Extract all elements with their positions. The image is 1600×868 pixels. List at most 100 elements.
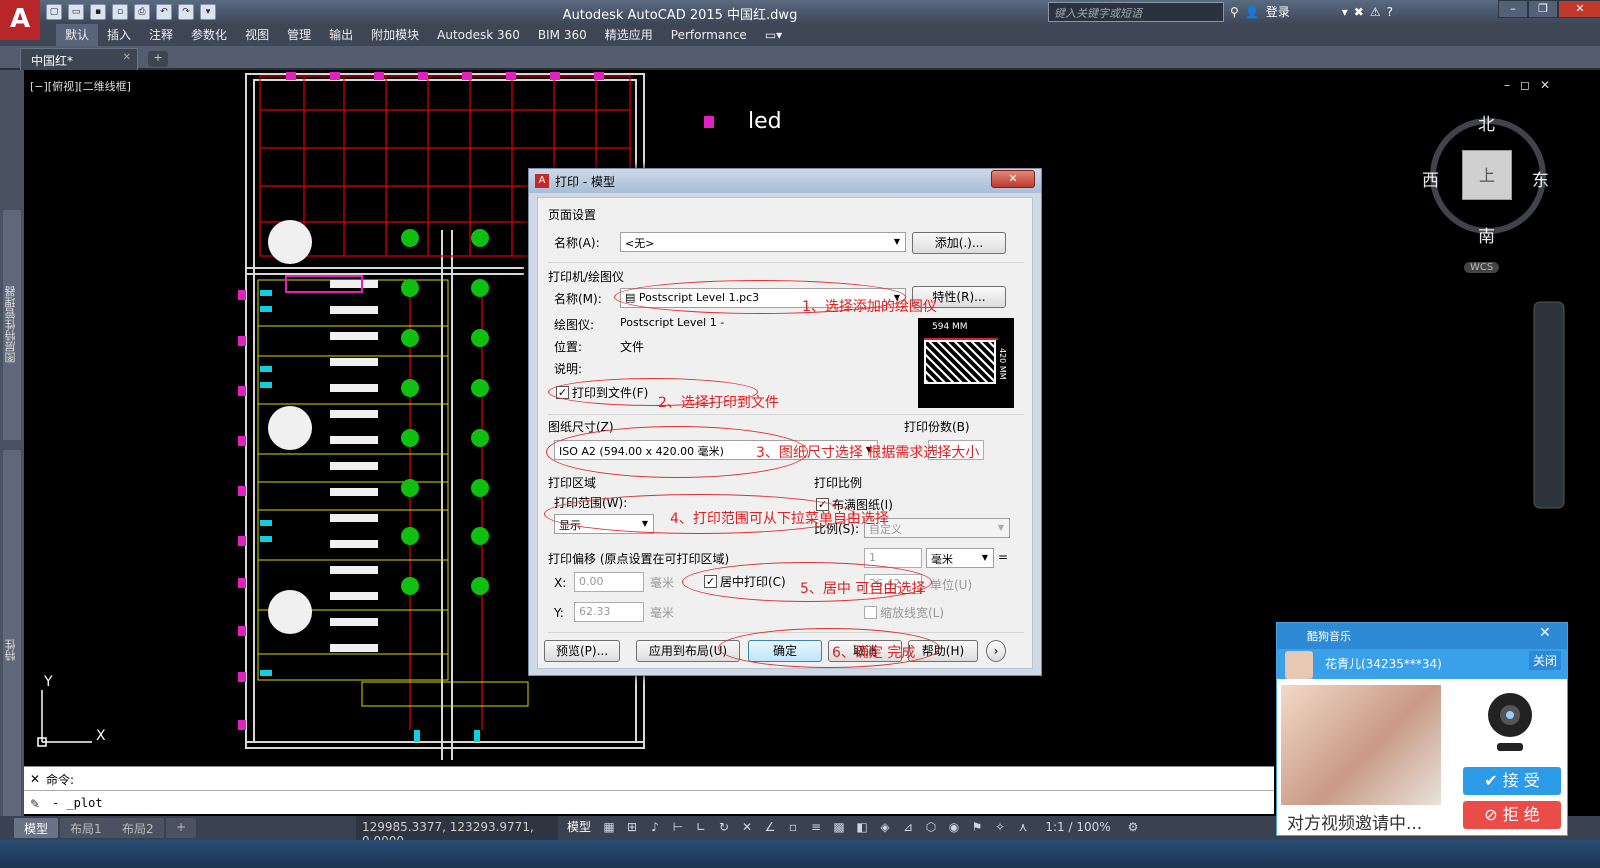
ribbon-tab-addins[interactable]: 附加模块 bbox=[362, 24, 428, 46]
layout2-tab[interactable]: 布局2 bbox=[112, 818, 164, 838]
binoculars-icon[interactable]: ⚲ bbox=[1230, 5, 1239, 19]
close-command-icon[interactable]: ✕ bbox=[30, 772, 40, 786]
viewcube-east[interactable]: 东 bbox=[1532, 166, 1549, 191]
reject-button[interactable]: ⊘ 拒 绝 bbox=[1463, 801, 1561, 829]
a360-icon[interactable]: ⚠ bbox=[1370, 5, 1381, 19]
lineweight-icon[interactable]: ≡ bbox=[808, 819, 824, 836]
user-icon[interactable]: 👤 bbox=[1245, 5, 1260, 19]
model-tab[interactable]: 模型 bbox=[14, 818, 59, 838]
scale-lineweight-checkbox[interactable] bbox=[864, 606, 877, 619]
viewport-restore-icon[interactable]: ◻ bbox=[1520, 78, 1530, 92]
gizmo-icon[interactable]: ◉ bbox=[946, 819, 962, 836]
3d-osnap-icon[interactable]: ◈ bbox=[877, 819, 893, 836]
ribbon-tab-featured[interactable]: 精选应用 bbox=[596, 24, 662, 46]
ortho-icon[interactable]: ∟ bbox=[693, 819, 709, 836]
annotation-scale-value[interactable]: 1:1 / 100% bbox=[1038, 819, 1118, 836]
offset-x-input[interactable]: 0.00 bbox=[574, 572, 644, 592]
model-space-button[interactable]: 模型 bbox=[564, 819, 594, 836]
ribbon-tab-a360[interactable]: Autodesk 360 bbox=[428, 24, 529, 46]
new-tab-button[interactable]: + bbox=[148, 51, 168, 67]
viewcube-west[interactable]: 西 bbox=[1422, 166, 1439, 191]
viewcube-north[interactable]: 北 bbox=[1478, 110, 1495, 135]
dynamic-input-icon[interactable]: ⊢ bbox=[670, 819, 686, 836]
ribbon-tab-output[interactable]: 输出 bbox=[320, 24, 362, 46]
close-tab-icon[interactable]: ✕ bbox=[123, 52, 131, 63]
viewport-minimize-icon[interactable]: – bbox=[1504, 78, 1510, 92]
offset-y-input[interactable]: 62.33 bbox=[574, 602, 644, 622]
login-dropdown-icon[interactable]: ▾ bbox=[1342, 5, 1348, 19]
exchange-icon[interactable]: ✖ bbox=[1354, 5, 1364, 19]
save-icon[interactable]: ▪ bbox=[90, 4, 106, 20]
copies-label: 打印份数(B) bbox=[904, 420, 970, 434]
ribbon-tab-bim360[interactable]: BIM 360 bbox=[529, 24, 596, 46]
layer-manager-tab[interactable]: 图层特性管理器 bbox=[3, 210, 21, 440]
more-options-button[interactable]: › bbox=[986, 640, 1006, 662]
isodraft-icon[interactable]: ∠ bbox=[762, 819, 778, 836]
object-snap-icon[interactable]: ▫ bbox=[785, 819, 801, 836]
dynamic-ucs-icon[interactable]: ⊿ bbox=[900, 819, 916, 836]
help-icon[interactable]: ? bbox=[1387, 5, 1393, 19]
print-icon[interactable]: ⎙ bbox=[134, 4, 150, 20]
grid-icon[interactable]: ▦ bbox=[601, 819, 617, 836]
ribbon-options-icon[interactable]: ▭▾ bbox=[756, 24, 791, 46]
annotation-visibility-icon[interactable]: ⚑ bbox=[969, 819, 985, 836]
qat-dropdown-icon[interactable]: ▾ bbox=[200, 4, 216, 20]
wcs-menu[interactable]: WCS bbox=[1464, 262, 1500, 273]
selection-cycling-icon[interactable]: ◧ bbox=[854, 819, 870, 836]
offset-x-unit: 毫米 bbox=[650, 576, 675, 590]
scale-lineweight-label[interactable]: 缩放线宽(L) bbox=[880, 604, 944, 621]
dialog-close-button[interactable]: ✕ bbox=[991, 170, 1035, 188]
paper-height-label: 420 MM bbox=[998, 348, 1007, 380]
document-tab[interactable]: 中国红* ✕ bbox=[20, 48, 138, 70]
add-page-setup-button[interactable]: 添加(.)... bbox=[912, 232, 1006, 254]
command-line-input[interactable]: - _plot bbox=[24, 790, 1274, 814]
undo-icon[interactable]: ↶ bbox=[156, 4, 172, 20]
selection-filter-icon[interactable]: ⬡ bbox=[923, 819, 939, 836]
page-setup-name-select[interactable]: <无> ▼ bbox=[620, 232, 906, 252]
wrench-icon[interactable]: ✎ bbox=[30, 797, 40, 811]
layout1-tab[interactable]: 布局1 bbox=[60, 818, 112, 838]
viewcube-south[interactable]: 南 bbox=[1478, 222, 1495, 247]
redo-icon[interactable]: ↷ bbox=[178, 4, 194, 20]
viewcube-top-face[interactable]: 上 bbox=[1462, 150, 1512, 200]
ribbon-tab-manage[interactable]: 管理 bbox=[278, 24, 320, 46]
add-layout-button[interactable]: + bbox=[166, 818, 197, 838]
ribbon-tab-default[interactable]: 默认 bbox=[56, 24, 99, 46]
viewport-label[interactable]: [−][俯视][二维线框] bbox=[30, 78, 131, 94]
polar-icon[interactable]: ↻ bbox=[716, 819, 732, 836]
scale-equals: = bbox=[998, 550, 1009, 564]
new-file-icon[interactable]: ▢ bbox=[46, 4, 62, 20]
offset-y-unit: 毫米 bbox=[650, 606, 675, 620]
osnap-tracking-icon[interactable]: ✕ bbox=[739, 819, 755, 836]
popup-close-icon[interactable]: ✕ bbox=[1539, 625, 1551, 641]
minimize-button[interactable]: – bbox=[1498, 0, 1528, 18]
ribbon-tab-insert[interactable]: 插入 bbox=[98, 24, 140, 46]
autocad-logo-icon[interactable]: A bbox=[0, 0, 40, 40]
accept-button[interactable]: ✔ 接 受 bbox=[1463, 767, 1561, 795]
transparency-icon[interactable]: ▩ bbox=[831, 819, 847, 836]
ribbon-tab-annotate[interactable]: 注释 bbox=[140, 24, 182, 46]
close-button[interactable]: ✕ bbox=[1558, 0, 1600, 18]
video-invite-popup: 酷狗音乐 ✕ 花青儿(34235***34) 关闭 ✔ 接 受 ⊘ 拒 绝 对方… bbox=[1276, 622, 1568, 836]
maximize-button[interactable]: ❐ bbox=[1528, 0, 1558, 18]
plotter-value: Postscript Level 1 - bbox=[620, 316, 725, 329]
coordinate-readout[interactable]: 129985.3377, 123293.9771, 0.0000 bbox=[356, 816, 558, 848]
infer-icon[interactable]: ♪ bbox=[647, 819, 663, 836]
auto-scale-icon[interactable]: ✧ bbox=[992, 819, 1008, 836]
viewcube[interactable]: 上 北 南 西 东 WCS bbox=[1422, 108, 1549, 273]
ribbon-tab-performance[interactable]: Performance bbox=[662, 24, 756, 46]
ribbon-tab-view[interactable]: 视图 bbox=[236, 24, 278, 46]
open-file-icon[interactable]: ▭ bbox=[68, 4, 84, 20]
ribbon-tab-parametric[interactable]: 参数化 bbox=[182, 24, 236, 46]
search-input[interactable]: 键入关键字或短语 bbox=[1048, 2, 1224, 22]
viewport-close-icon[interactable]: ✕ bbox=[1540, 78, 1550, 92]
snap-icon[interactable]: ⊞ bbox=[624, 819, 640, 836]
save-as-icon[interactable]: ▫ bbox=[112, 4, 128, 20]
popup-close-link[interactable]: 关闭 bbox=[1529, 651, 1562, 670]
preview-button[interactable]: 预览(P)... bbox=[544, 640, 620, 662]
scale-unit-select[interactable]: 毫米 ▼ bbox=[926, 548, 994, 568]
annotation-scale-icon[interactable]: ⋏ bbox=[1015, 819, 1031, 836]
workspace-gear-icon[interactable]: ⚙ bbox=[1125, 819, 1141, 836]
login-link[interactable]: 登录 bbox=[1266, 3, 1290, 20]
properties-tab[interactable]: 特性 bbox=[3, 450, 21, 850]
